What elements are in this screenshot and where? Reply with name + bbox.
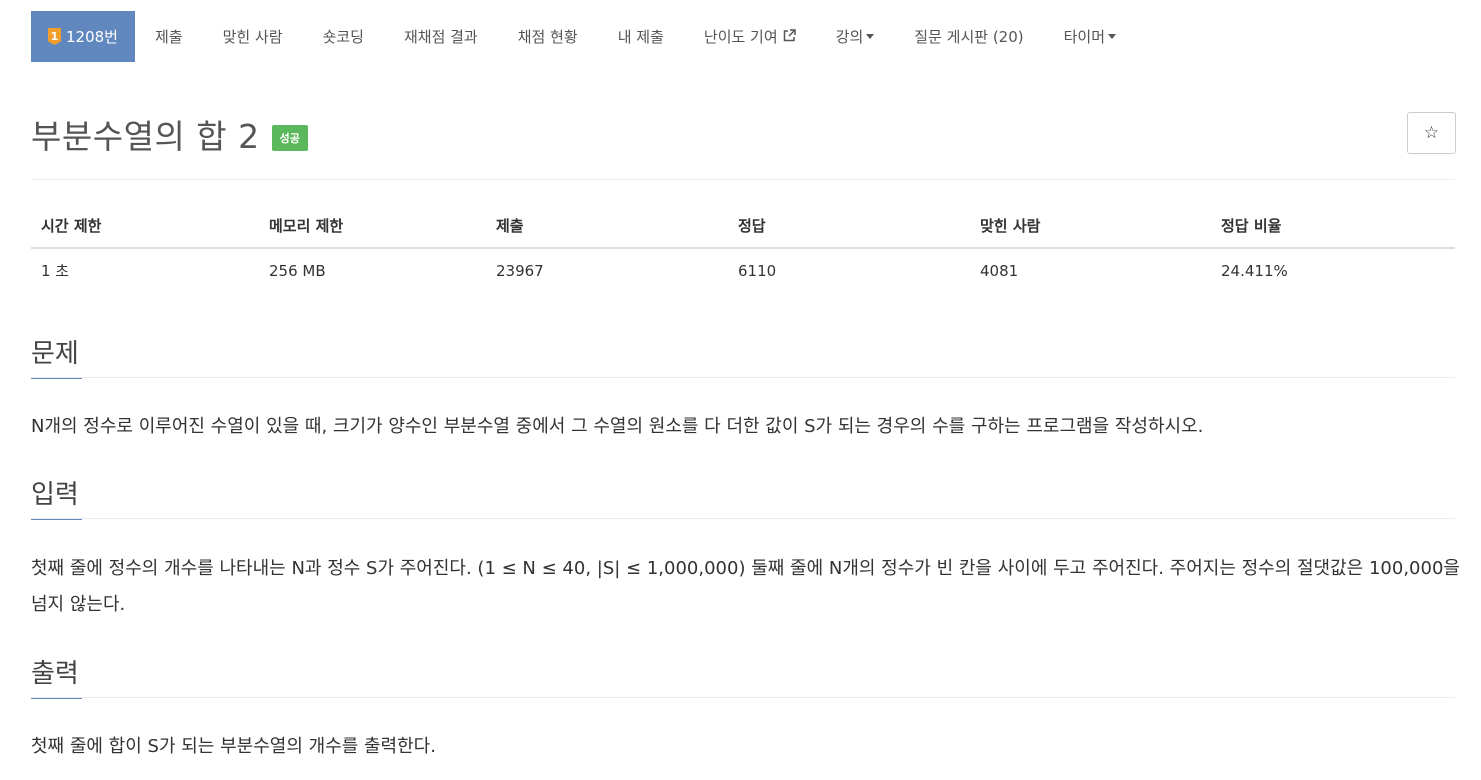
external-link-icon bbox=[783, 28, 796, 46]
nav-problem-number[interactable]: 1 1208번 bbox=[31, 11, 135, 62]
nav-lectures-dropdown[interactable]: 강의 bbox=[816, 11, 895, 62]
nav-qna-board[interactable]: 질문 게시판 (20) bbox=[894, 11, 1043, 62]
value-memory-limit: 256 MB bbox=[269, 261, 326, 280]
value-solved-users: 4081 bbox=[980, 261, 1019, 280]
nav-difficulty-contribution[interactable]: 난이도 기여 bbox=[684, 11, 816, 62]
problem-info-table: 시간 제한 메모리 제한 제출 정답 맞힌 사람 정답 비율 1 초 256 M… bbox=[31, 204, 1455, 292]
caret-down-icon bbox=[866, 34, 875, 39]
header-accepted: 정답 bbox=[728, 204, 970, 249]
caret-down-icon bbox=[1108, 34, 1117, 39]
tier-badge-icon: 1 bbox=[48, 28, 61, 45]
problem-page: 1 1208번 제출 맞힌 사람 숏코딩 재채점 결과 채점 현황 내 제출 난… bbox=[0, 0, 1481, 780]
nav-solved-users[interactable]: 맞힌 사람 bbox=[203, 11, 303, 62]
problem-nav: 1 1208번 제출 맞힌 사람 숏코딩 재채점 결과 채점 현황 내 제출 난… bbox=[31, 11, 1136, 62]
header-time-limit: 시간 제한 bbox=[31, 204, 259, 249]
nav-short-coding[interactable]: 숏코딩 bbox=[303, 11, 384, 62]
header-memory-limit: 메모리 제한 bbox=[259, 204, 486, 249]
problem-title-row: 부분수열의 합 2 성공 bbox=[31, 110, 308, 158]
nav-solved-users-label: 맞힌 사람 bbox=[222, 28, 283, 46]
header-submissions: 제출 bbox=[486, 204, 728, 249]
section-problem-body: N개의 정수로 이루어진 수열이 있을 때, 크기가 양수인 부분수열 중에서 … bbox=[31, 416, 1204, 437]
info-header-row: 시간 제한 메모리 제한 제출 정답 맞힌 사람 정답 비율 bbox=[31, 204, 1455, 249]
nav-submit[interactable]: 제출 bbox=[135, 11, 203, 62]
section-input-body: 첫째 줄에 정수의 개수를 나타내는 N과 정수 S가 주어진다. (1 ≤ N… bbox=[31, 558, 1460, 615]
header-accept-ratio: 정답 비율 bbox=[1211, 204, 1455, 249]
nav-rejudge-result[interactable]: 재채점 결과 bbox=[384, 11, 498, 62]
section-output-heading-text: 출력 bbox=[31, 659, 79, 689]
nav-lectures-label: 강의 bbox=[835, 28, 864, 46]
section-problem-heading: 문제 bbox=[31, 333, 82, 379]
problem-number-label: 1208번 bbox=[66, 28, 118, 46]
value-accept-ratio: 24.411% bbox=[1221, 261, 1288, 280]
section-output-body: 첫째 줄에 합이 S가 되는 부분수열의 개수를 출력한다. bbox=[31, 736, 436, 757]
header-solved-users: 맞힌 사람 bbox=[970, 204, 1211, 249]
section-divider bbox=[31, 697, 1455, 698]
section-input-heading: 입력 bbox=[31, 474, 82, 520]
value-submissions: 23967 bbox=[496, 261, 544, 280]
section-divider bbox=[31, 377, 1455, 378]
section-problem-heading-text: 문제 bbox=[31, 339, 79, 369]
title-divider bbox=[31, 179, 1455, 180]
nav-short-coding-label: 숏코딩 bbox=[322, 28, 364, 46]
value-time-limit: 1 초 bbox=[41, 262, 70, 280]
value-accepted: 6110 bbox=[738, 261, 777, 280]
nav-qna-board-label: 질문 게시판 (20) bbox=[914, 28, 1024, 46]
section-divider bbox=[31, 518, 1455, 519]
nav-difficulty-contribution-label: 난이도 기여 bbox=[703, 28, 778, 46]
favorite-star-button[interactable]: ☆ bbox=[1407, 112, 1456, 154]
nav-my-submissions[interactable]: 내 제출 bbox=[598, 11, 684, 62]
nav-my-submissions-label: 내 제출 bbox=[617, 28, 664, 46]
section-output-heading: 출력 bbox=[31, 653, 82, 699]
nav-timer-label: 타이머 bbox=[1063, 28, 1106, 46]
nav-timer-dropdown[interactable]: 타이머 bbox=[1044, 11, 1136, 62]
star-icon: ☆ bbox=[1423, 123, 1440, 143]
section-input-heading-text: 입력 bbox=[31, 480, 79, 510]
status-badge: 성공 bbox=[271, 125, 308, 151]
nav-judge-status-label: 채점 현황 bbox=[517, 28, 578, 46]
problem-title: 부분수열의 합 2 bbox=[31, 117, 260, 156]
nav-rejudge-result-label: 재채점 결과 bbox=[403, 28, 478, 46]
info-value-row: 1 초 256 MB 23967 6110 4081 24.411% bbox=[31, 248, 1455, 292]
nav-judge-status[interactable]: 채점 현황 bbox=[498, 11, 598, 62]
nav-submit-label: 제출 bbox=[154, 28, 183, 46]
